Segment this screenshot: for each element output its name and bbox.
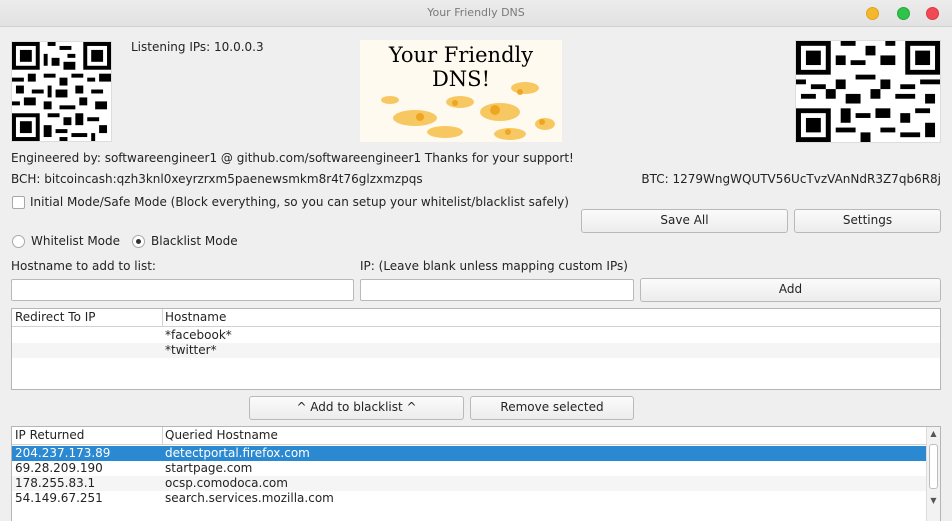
save-all-button[interactable]: Save All [581,209,788,233]
hostname-cell: *facebook* [165,328,232,342]
table-row[interactable]: *twitter* [12,343,940,358]
btc-address: BTC: 1279WngWQUTV56UcTvzVAnNdR3Z7qb6R8j [641,172,941,186]
close-button[interactable] [926,7,939,20]
ip-label: IP: (Leave blank unless mapping custom I… [360,259,628,273]
whitelist-mode-label[interactable]: Whitelist Mode [31,234,120,248]
table-row[interactable]: *facebook* [12,328,940,343]
blacklist-mode-radio[interactable] [132,235,145,248]
add-button[interactable]: Add [640,278,941,302]
queried-hostname-cell: ocsp.comodoca.com [165,476,288,490]
table-header: IP Returned Queried Hostname [12,427,926,445]
ip-returned-cell: 204.237.173.89 [15,446,111,460]
window-title: Your Friendly DNS [427,6,525,19]
qr-code-icon [796,41,940,142]
hostname-input[interactable] [11,279,354,301]
vertical-scrollbar[interactable]: ▲ ▼ [926,427,940,521]
title-bar: Your Friendly DNS [0,0,952,27]
column-header[interactable]: IP Returned [15,428,84,442]
query-log-table[interactable]: IP Returned Queried Hostname 204.237.173… [11,426,941,521]
column-header[interactable]: Queried Hostname [165,428,278,442]
bch-address: BCH: bitcoincash:qzh3knl0xeyrzrxm5paenew… [11,172,423,186]
queried-hostname-cell: detectportal.firefox.com [165,446,310,460]
scroll-up-icon[interactable]: ▲ [927,427,940,441]
table-row[interactable]: 204.237.173.89 detectportal.firefox.com [12,446,926,461]
table-header: Redirect To IP Hostname [12,309,940,327]
hostname-label: Hostname to add to list: [11,259,156,273]
whitelist-mode-radio[interactable] [12,235,25,248]
qr-code-icon [12,42,111,141]
ip-returned-cell: 54.149.67.251 [15,491,103,505]
banner-title: Your Friendly DNS! [388,43,534,91]
hostname-cell: *twitter* [165,343,217,357]
banner-image: Your Friendly DNS! [360,40,562,142]
initial-mode-label[interactable]: Initial Mode/Safe Mode (Block everything… [30,195,569,209]
blacklist-table[interactable]: Redirect To IP Hostname *facebook* *twit… [11,308,941,390]
add-to-blacklist-button[interactable]: ^ Add to blacklist ^ [249,396,464,420]
scroll-down-icon[interactable]: ▼ [927,494,940,508]
column-divider [162,427,163,445]
bch-qr-code [11,41,112,142]
remove-selected-button[interactable]: Remove selected [470,396,634,420]
engineered-by-text: Engineered by: softwareengineer1 @ githu… [11,151,574,165]
listening-ips-text: Listening IPs: 10.0.0.3 [131,40,264,54]
queried-hostname-cell: startpage.com [165,461,253,475]
queried-hostname-cell: search.services.mozilla.com [165,491,334,505]
maximize-button[interactable] [897,7,910,20]
settings-button[interactable]: Settings [794,209,941,233]
column-header[interactable]: Hostname [165,310,226,324]
initial-mode-checkbox[interactable] [12,196,25,209]
ip-returned-cell: 178.255.83.1 [15,476,96,490]
column-divider [162,309,163,327]
minimize-button[interactable] [866,7,879,20]
table-row[interactable]: 54.149.67.251 search.services.mozilla.co… [12,491,926,506]
blacklist-mode-label[interactable]: Blacklist Mode [151,234,238,248]
table-row[interactable]: 69.28.209.190 startpage.com [12,461,926,476]
ip-returned-cell: 69.28.209.190 [15,461,103,475]
scrollbar-thumb[interactable] [929,444,938,489]
table-row[interactable]: 178.255.83.1 ocsp.comodoca.com [12,476,926,491]
ip-input[interactable] [360,279,634,301]
btc-qr-code [795,40,941,143]
column-header[interactable]: Redirect To IP [15,310,96,324]
